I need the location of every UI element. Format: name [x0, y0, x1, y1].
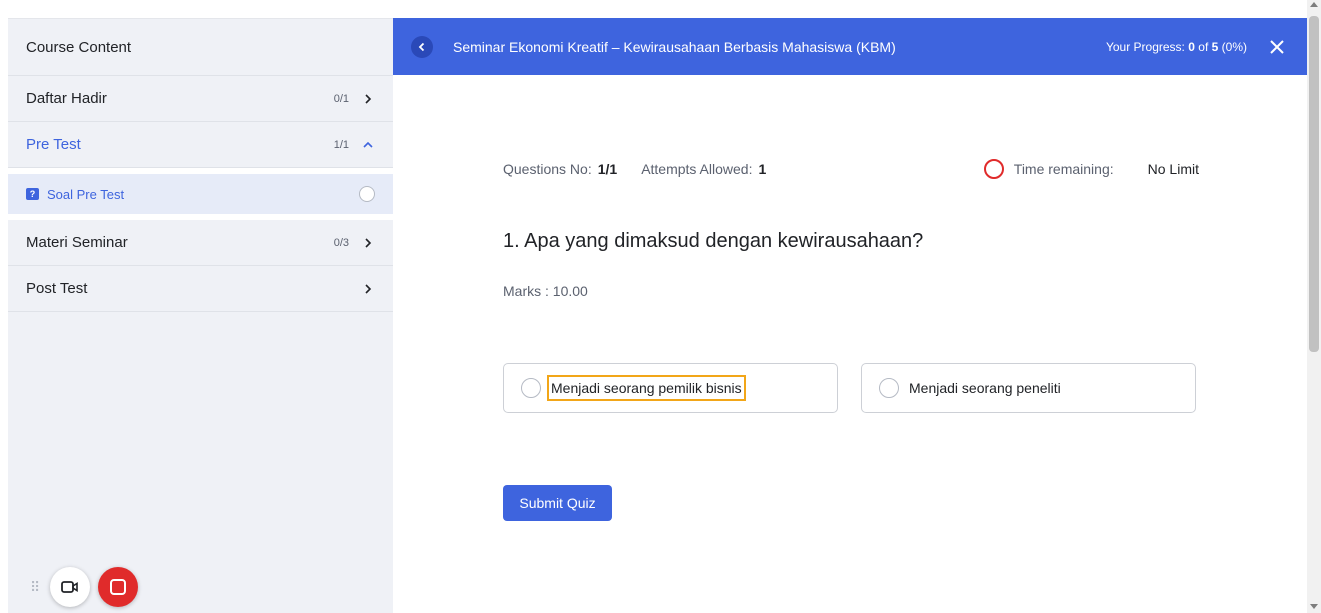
sidebar-item-label: Daftar Hadir	[26, 90, 107, 107]
time-value: No Limit	[1147, 161, 1199, 177]
scrollbar[interactable]	[1307, 0, 1321, 613]
scroll-down-arrow-icon[interactable]	[1310, 604, 1318, 609]
sidebar-item-daftar-hadir[interactable]: Daftar Hadir 0/1	[8, 76, 393, 122]
course-title: Seminar Ekonomi Kreatif – Kewirausahaan …	[453, 38, 896, 55]
time-remaining: Time remaining: No Limit	[983, 159, 1199, 179]
progress-current: 0	[1188, 39, 1195, 54]
back-button[interactable]	[411, 35, 433, 58]
chevron-right-icon	[365, 237, 372, 248]
chevron-right-icon	[365, 283, 372, 294]
answer-option-2[interactable]: Menjadi seorang peneliti	[861, 363, 1196, 413]
chevron-up-icon	[363, 141, 373, 148]
quiz-icon: ?	[26, 188, 39, 200]
submit-quiz-button[interactable]: Submit Quiz	[503, 485, 612, 521]
progress-of: of	[1198, 39, 1209, 54]
answer-option-1[interactable]: Menjadi seorang pemilik bisnis	[503, 363, 838, 413]
course-progress: Your Progress: 0 of 5 (0%)	[1106, 40, 1247, 54]
scrollbar-thumb[interactable]	[1309, 16, 1319, 352]
sidebar-item-label: Materi Seminar	[26, 234, 128, 251]
sidebar-item-count: 1/1	[333, 138, 349, 151]
sidebar-item-label: Post Test	[26, 280, 88, 297]
sidebar-item-label: Pre Test	[26, 136, 81, 153]
progress-percent: (0%)	[1221, 39, 1247, 54]
lesson-item-label: Soal Pre Test	[47, 186, 125, 202]
quiz-panel: Questions No: 1/1 Attempts Allowed: 1 Ti…	[393, 75, 1307, 613]
radio-button[interactable]	[879, 378, 899, 398]
timer-icon	[983, 159, 1004, 179]
quiz-meta: Questions No: 1/1 Attempts Allowed: 1 Ti…	[503, 159, 1199, 179]
time-label: Time remaining:	[1013, 161, 1114, 177]
lesson-item-soal-pre-test[interactable]: ? Soal Pre Test	[8, 174, 393, 214]
course-sidebar: Course Content Daftar Hadir 0/1 Pre Test…	[8, 18, 393, 613]
completion-status-icon	[359, 186, 375, 202]
drag-handle-icon[interactable]: ⠿	[30, 579, 42, 596]
answer-label: Menjadi seorang pemilik bisnis	[547, 375, 746, 401]
answer-label: Menjadi seorang peneliti	[909, 380, 1061, 396]
stop-icon	[110, 579, 126, 595]
sidebar-item-count: 0/3	[333, 236, 349, 249]
stop-recording-button[interactable]	[98, 567, 138, 607]
video-camera-icon	[61, 581, 78, 593]
attempts-value: 1	[758, 161, 767, 177]
chevron-right-icon	[365, 93, 372, 104]
course-header-bar: Seminar Ekonomi Kreatif – Kewirausahaan …	[393, 18, 1307, 75]
question-text: 1. Apa yang dimaksud dengan kewirausahaa…	[503, 230, 924, 252]
scroll-up-arrow-icon[interactable]	[1310, 2, 1318, 7]
progress-total: 5	[1211, 39, 1219, 54]
attempts-label: Attempts Allowed:	[641, 161, 753, 177]
question-marks: Marks : 10.00	[503, 283, 588, 299]
radio-button[interactable]	[521, 378, 541, 398]
chevron-left-icon	[418, 42, 425, 51]
camera-button[interactable]	[50, 567, 90, 607]
progress-label: Your Progress:	[1105, 39, 1185, 54]
sidebar-item-materi-seminar[interactable]: Materi Seminar 0/3	[8, 220, 393, 266]
questions-value: 1/1	[597, 161, 618, 177]
sidebar-item-pre-test[interactable]: Pre Test 1/1	[8, 122, 393, 168]
sidebar-item-post-test[interactable]: Post Test	[8, 266, 393, 312]
recorder-controls: ⠿	[30, 567, 138, 607]
questions-label: Questions No:	[503, 161, 592, 177]
close-icon[interactable]	[1269, 39, 1285, 55]
sidebar-item-count: 0/1	[333, 92, 349, 105]
sidebar-header: Course Content	[8, 19, 393, 76]
